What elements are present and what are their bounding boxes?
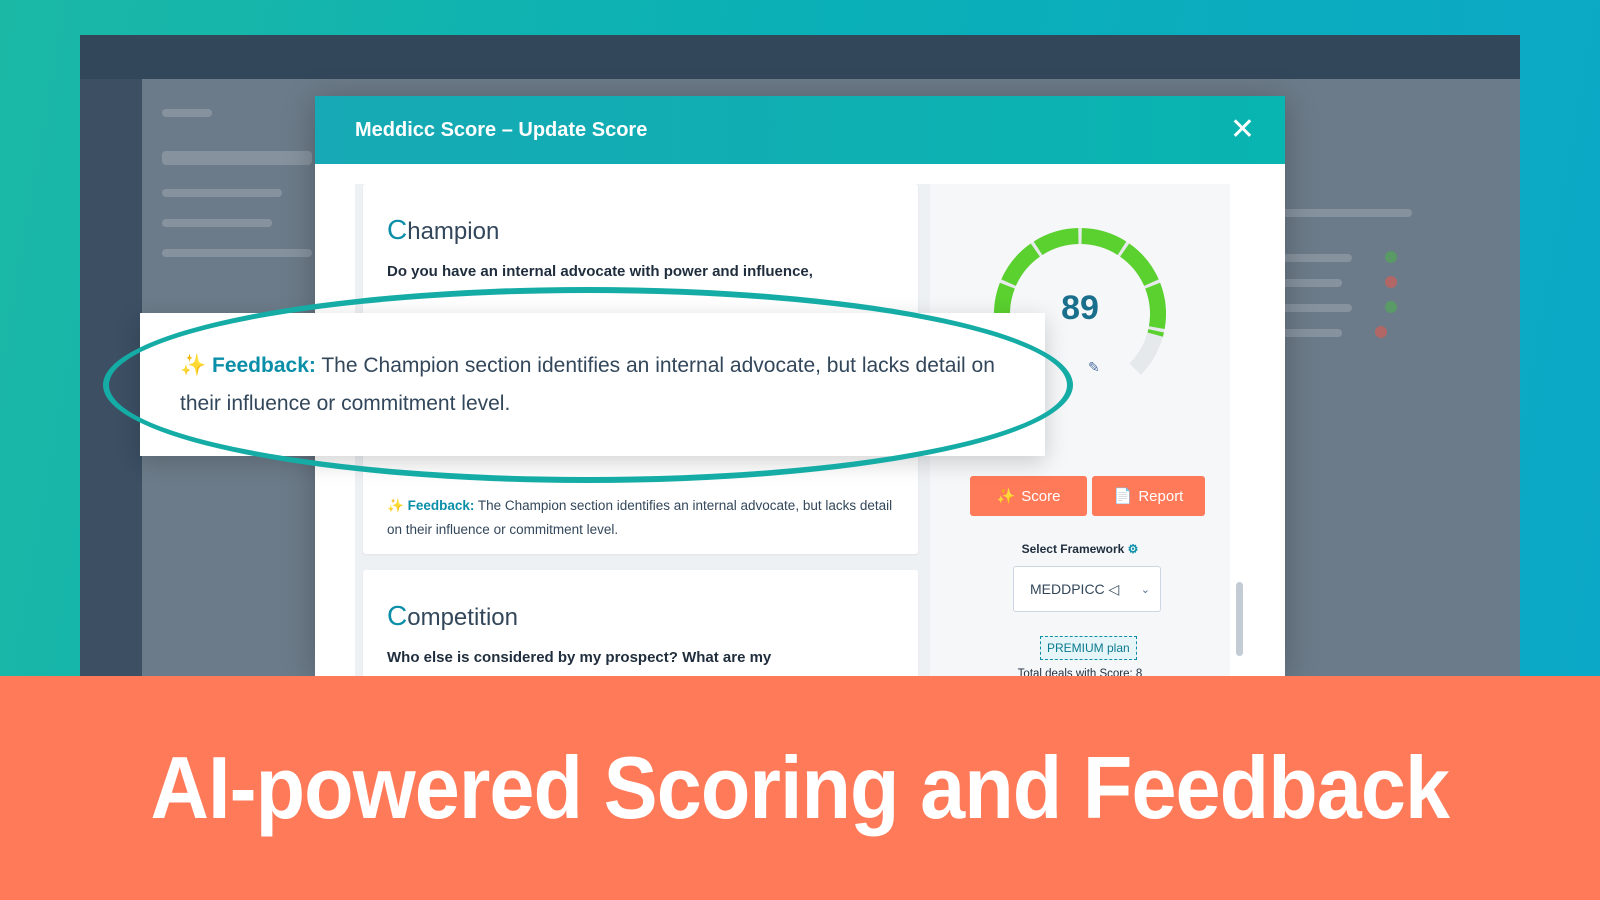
caption-text: AI-powered Scoring and Feedback: [150, 738, 1451, 837]
gauge-segment: [1119, 243, 1159, 287]
champion-title: Champion: [387, 214, 500, 245]
modal-header: Meddicc Score – Update Score ✕: [315, 96, 1285, 164]
feedback-label: Feedback:: [407, 498, 475, 513]
background-topbar: [80, 35, 1520, 79]
gauge-segment: [1147, 329, 1164, 337]
plan-badge: PREMIUM plan: [1040, 636, 1137, 660]
gauge-segment: [1001, 243, 1041, 287]
score-button[interactable]: ✨ Score: [970, 476, 1087, 516]
gauge-segment: [1033, 228, 1079, 256]
competition-card: Competition Who else is considered by my…: [363, 570, 918, 676]
total-deals-text: Total deals with Score: 8: [1017, 668, 1143, 676]
champion-question: Do you have an internal advocate with po…: [387, 263, 813, 280]
framework-select[interactable]: MEDDPICC ◁ ⌄: [1013, 566, 1161, 612]
gauge-segment: [1081, 228, 1127, 256]
sparkle-icon: ✨: [387, 498, 404, 513]
scrollbar-thumb[interactable]: [1236, 582, 1243, 656]
champion-feedback: ✨ Feedback: The Champion section identif…: [387, 494, 897, 542]
document-icon: 📄: [1113, 488, 1133, 505]
gear-icon[interactable]: ⚙: [1128, 542, 1139, 556]
chevron-down-icon: ⌄: [1140, 583, 1150, 596]
close-icon[interactable]: ✕: [1230, 115, 1255, 145]
caption-banner: AI-powered Scoring and Feedback: [0, 676, 1600, 900]
highlight-ellipse: [103, 287, 1073, 483]
report-button[interactable]: 📄 Report: [1092, 476, 1205, 516]
pencil-icon[interactable]: ✎: [1088, 359, 1100, 376]
sparkle-icon: ✨: [996, 488, 1016, 505]
select-framework-label: Select Framework ⚙: [1021, 542, 1139, 556]
competition-title: Competition: [387, 600, 518, 631]
modal-title: Meddicc Score – Update Score: [355, 118, 648, 141]
competition-question: Who else is considered by my prospect? W…: [387, 649, 772, 666]
